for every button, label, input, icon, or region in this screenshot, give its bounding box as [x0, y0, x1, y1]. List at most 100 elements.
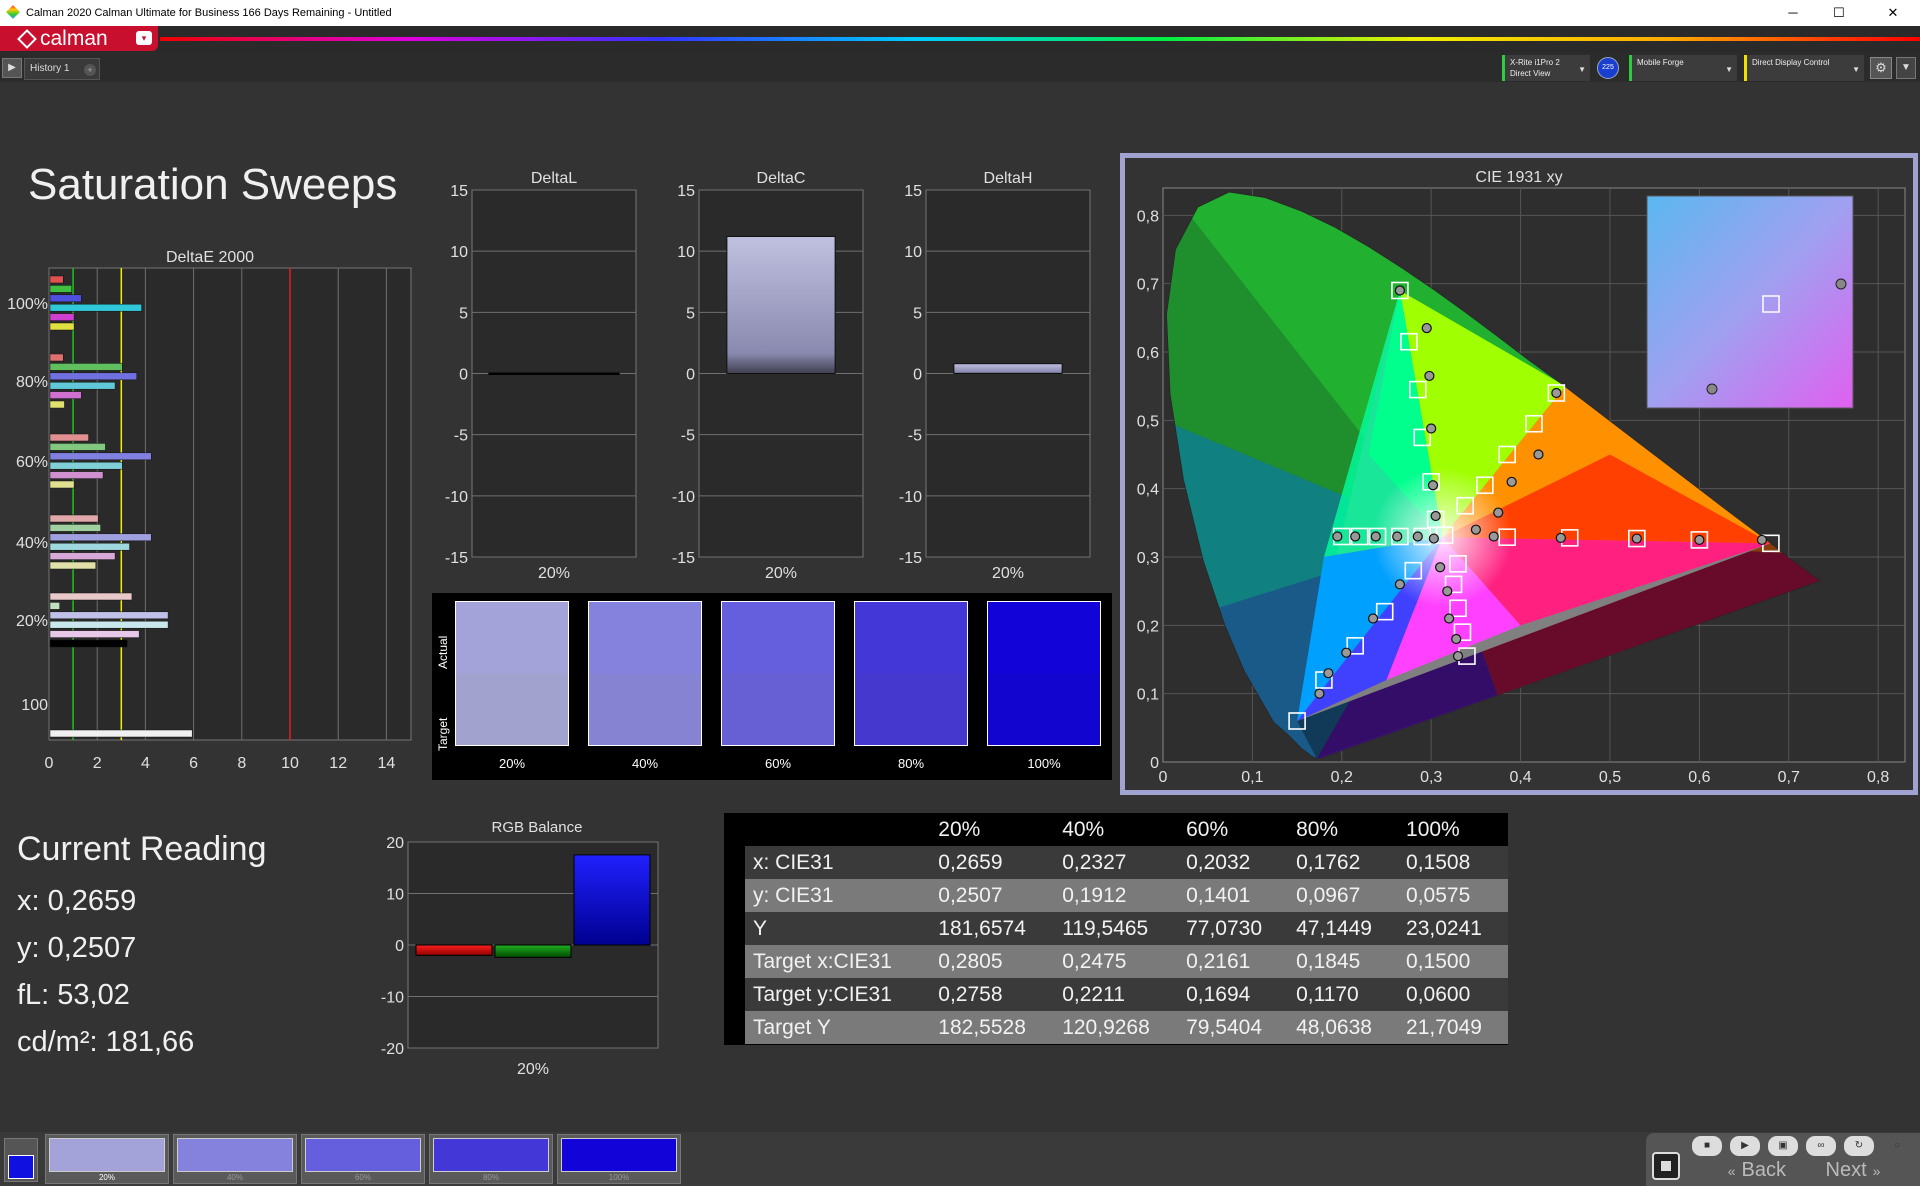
delta-y-tick: -15 [899, 550, 922, 567]
delta-y-tick: -5 [681, 428, 695, 445]
cie-inset-point [1706, 383, 1718, 395]
play-icon-button[interactable]: ▶ [1730, 1136, 1760, 1156]
swatch-target [722, 673, 834, 745]
cie-measured-point [1533, 449, 1544, 460]
reading-x: x: 0,2659 [17, 885, 137, 917]
cie-measured-point [1430, 510, 1441, 522]
patch-100%[interactable]: 100% [557, 1134, 681, 1184]
swatch-actual [855, 602, 967, 674]
settings-gear-icon[interactable]: ⚙ [1870, 57, 1892, 79]
swatch-60%[interactable] [721, 601, 835, 746]
back-button[interactable]: « Back [1690, 1159, 1790, 1183]
display-selector[interactable]: Direct Display Control ▼ [1744, 55, 1864, 81]
cie-measured-point [1488, 531, 1499, 542]
deltae-bar [49, 303, 142, 312]
cie-chart: CIE 1931 xy 0 0,1 0,2 0,3 0,4 0,5 0,6 0,7 0,8 0 0,… [1137, 169, 1906, 786]
reading-y: y: 0,2507 [17, 932, 137, 964]
delta-title: DeltaL [531, 170, 577, 187]
current-patch-holder[interactable] [4, 1138, 38, 1182]
tab-history-1[interactable]: History 1 + [24, 58, 100, 80]
swatch-20%[interactable] [455, 601, 569, 746]
cie-x-tick: 0,1 [1241, 769, 1263, 786]
deltae-title: DeltaE 2000 [166, 249, 254, 266]
patch-color [177, 1138, 293, 1172]
cie-y-tick: 0,1 [1137, 687, 1159, 704]
deltae-bar [49, 533, 152, 542]
delta-y-tick: -15 [672, 550, 695, 567]
cie-x-tick: 0,4 [1509, 769, 1531, 786]
actual-label: Actual [436, 635, 450, 669]
deltae-bar [49, 294, 82, 303]
rgb-bar-blue [573, 854, 651, 946]
deltae-bar [49, 630, 140, 638]
delta-y-tick: -10 [445, 489, 468, 506]
next-button[interactable]: Next » [1798, 1159, 1908, 1183]
save-icon-button[interactable]: ▣ [1768, 1136, 1798, 1156]
table-row: Target x:CIE31 0,2805 0,2475 0,2161 0,1845 0,… [745, 945, 1508, 978]
swatch-80%[interactable] [854, 601, 968, 746]
chevron-down-icon[interactable]: ▼ [1896, 57, 1916, 79]
source-name: Mobile Forge [1637, 58, 1684, 67]
table-cell: 23,0241 [1406, 916, 1482, 940]
patch-20%[interactable]: 20% [45, 1134, 169, 1184]
close-button[interactable]: ✕ [1870, 0, 1916, 26]
delta-y-tick: 10 [450, 244, 468, 261]
delta-x-label: 20% [538, 565, 570, 582]
swatch-actual [988, 602, 1100, 674]
cie-x-tick: 0,5 [1599, 769, 1621, 786]
chevron-down-icon: ▼ [1725, 65, 1733, 74]
delta-lch-charts: DeltaL 15 10 5 0 -5 -10 -15 20% DeltaC 15 10 5 0 -5 -10… [445, 170, 1091, 582]
patch-color [305, 1138, 421, 1172]
cie-measured-point [1442, 586, 1453, 597]
cie-y-tick: 0,7 [1137, 277, 1159, 294]
save-icon: ▣ [1778, 1140, 1788, 1151]
rgb-y-tick: -10 [381, 990, 404, 1007]
rgb-x-label: 20% [517, 1061, 549, 1074]
cie-y-tick: 0,6 [1137, 345, 1159, 362]
delta-y-tick: 10 [904, 244, 922, 261]
swatch-label: 60% [764, 756, 792, 771]
meter-selector[interactable]: X-Rite i1Pro 2 Direct View ▼ [1502, 55, 1590, 81]
cie-title: CIE 1931 xy [1475, 169, 1562, 186]
table-cell: 77,0730 [1186, 916, 1263, 940]
patch-80%[interactable]: 80% [429, 1134, 553, 1184]
play-icon[interactable]: ▶ [2, 58, 22, 78]
swatch-100%[interactable] [987, 601, 1101, 746]
table-cell: 119,5465 [1062, 916, 1149, 940]
table-row-label: Target Y [753, 1015, 831, 1039]
source-selector[interactable]: Mobile Forge ▼ [1629, 55, 1737, 81]
cie-measured-point [1412, 531, 1423, 542]
table-cell: 0,1170 [1296, 982, 1359, 1006]
deltae-bar [49, 524, 101, 532]
table-cell: 0,2032 [1186, 850, 1251, 874]
cie-measured-point [1551, 387, 1562, 399]
deltae-bar [49, 443, 106, 451]
deltae-y-label: 40% [16, 535, 48, 552]
refresh-icon-button[interactable]: ↻ [1844, 1136, 1874, 1156]
patch-40%[interactable]: 40% [173, 1134, 297, 1184]
deltae-bar [49, 400, 65, 409]
stop-icon-button[interactable]: ■ [1692, 1136, 1722, 1156]
deltae-y-labels: 100% 80% 60% 40% 20% 100 [7, 296, 48, 714]
maximize-button[interactable]: ☐ [1816, 0, 1862, 26]
cancel-icon-button[interactable]: ○ [1882, 1136, 1912, 1156]
rgb-balance-title: RGB Balance [492, 819, 583, 836]
stop-button[interactable] [1652, 1152, 1680, 1180]
deltae-x-tick: 12 [329, 755, 347, 772]
swatch-label: 20% [498, 756, 526, 771]
add-tab-button[interactable]: + [84, 64, 96, 76]
cie-measured-point [1350, 531, 1361, 542]
patch-60%[interactable]: 60% [301, 1134, 425, 1184]
swatch-40%[interactable] [588, 601, 702, 746]
calman-menu-button[interactable]: calman ▾ [0, 26, 158, 51]
delta-chart-deltah: DeltaH 15 10 5 0 -5 -10 -15 20% [899, 170, 1091, 582]
meter-badge[interactable]: 225 [1597, 57, 1619, 79]
table-cell: 40% [1062, 817, 1105, 841]
minimize-button[interactable]: ─ [1770, 0, 1816, 26]
deltae-bar [49, 561, 97, 570]
deltae-bar [49, 620, 169, 629]
loop-icon-button[interactable]: ∞ [1806, 1136, 1836, 1156]
delta-x-label: 20% [992, 565, 1024, 582]
table-row-label: Y [753, 916, 768, 940]
table-cell: 60% [1186, 817, 1229, 841]
